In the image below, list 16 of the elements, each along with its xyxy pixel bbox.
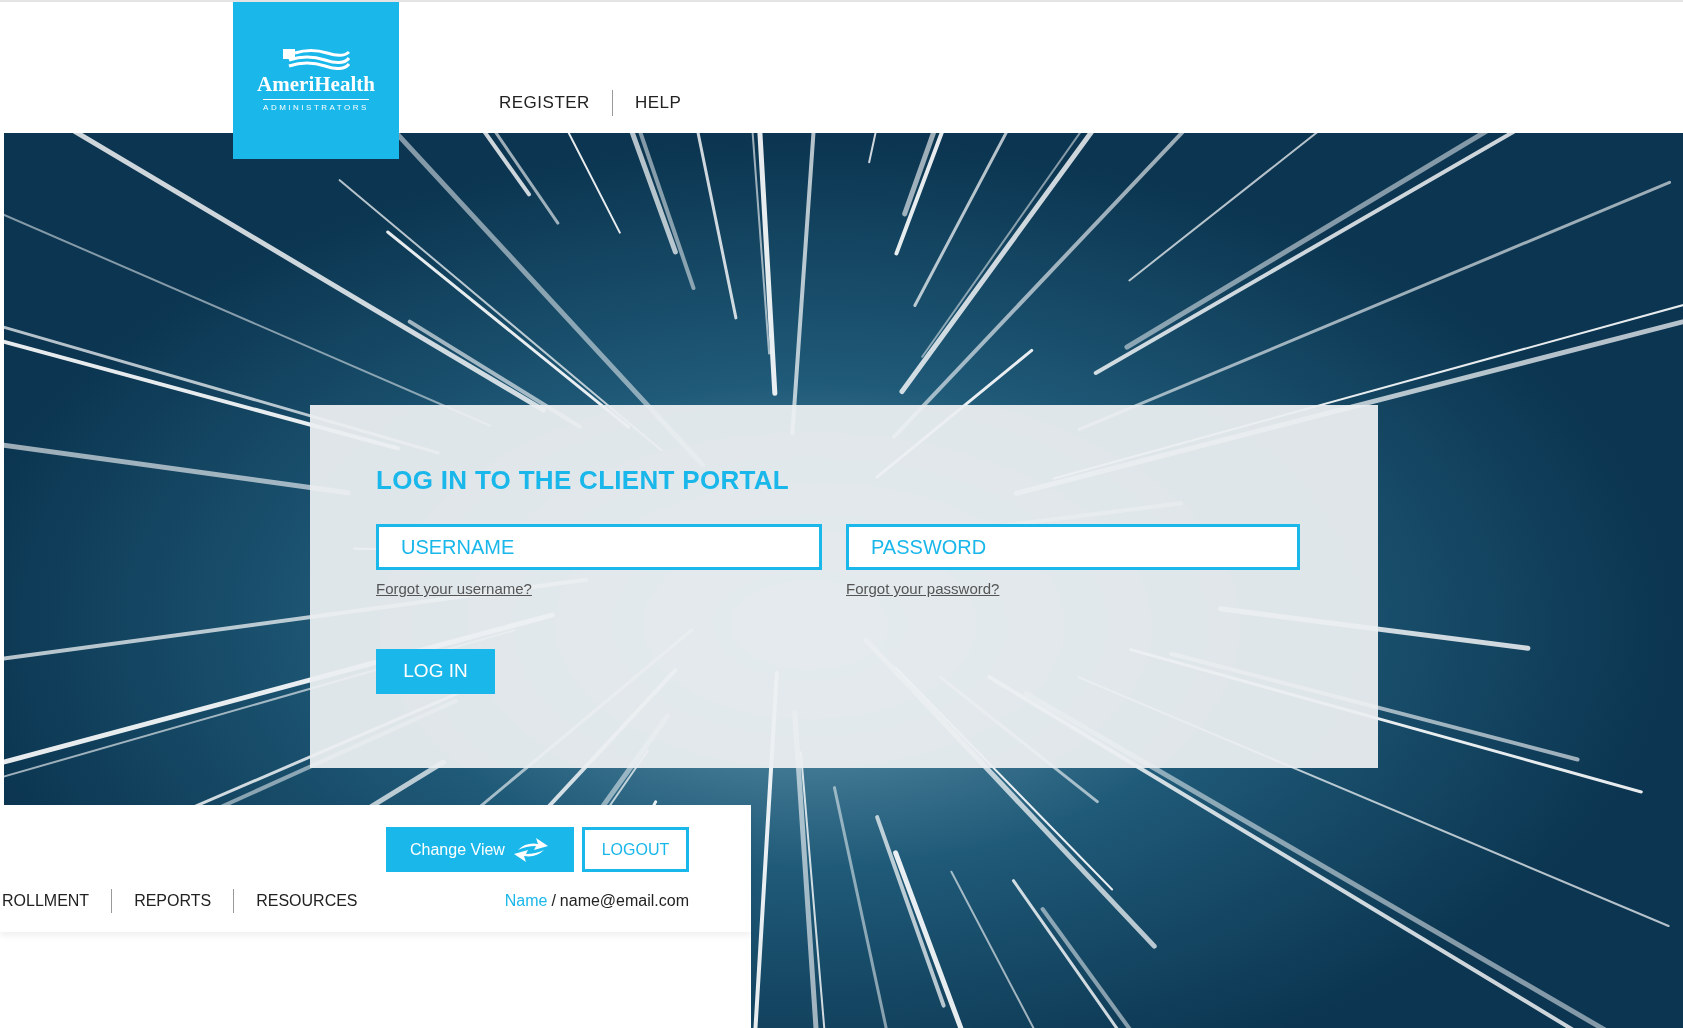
forgot-password-link[interactable]: Forgot your password?	[846, 578, 1000, 601]
nav-link[interactable]: HELP	[611, 90, 704, 116]
flag-icon	[281, 47, 351, 70]
nav-link[interactable]: RESOURCES	[233, 889, 380, 913]
username-field[interactable]: USERNAME	[376, 524, 822, 571]
separator-text: /	[551, 891, 556, 911]
user-email: name@email.com	[559, 891, 689, 911]
nav-link[interactable]: REGISTER	[477, 90, 612, 116]
nav-link[interactable]: REPORTS	[111, 889, 234, 913]
logo-tagline: ADMINISTRATORS	[263, 98, 369, 114]
login-title: LOG IN TO THE CLIENT PORTAL	[376, 465, 791, 497]
password-field[interactable]: PASSWORD	[846, 524, 1300, 571]
logo-name: AmeriHealth	[257, 73, 375, 95]
forgot-username-link[interactable]: Forgot your username?	[376, 578, 532, 601]
nav-link[interactable]: ROLLMENT	[0, 889, 112, 913]
swap-arrows-icon	[512, 835, 550, 864]
